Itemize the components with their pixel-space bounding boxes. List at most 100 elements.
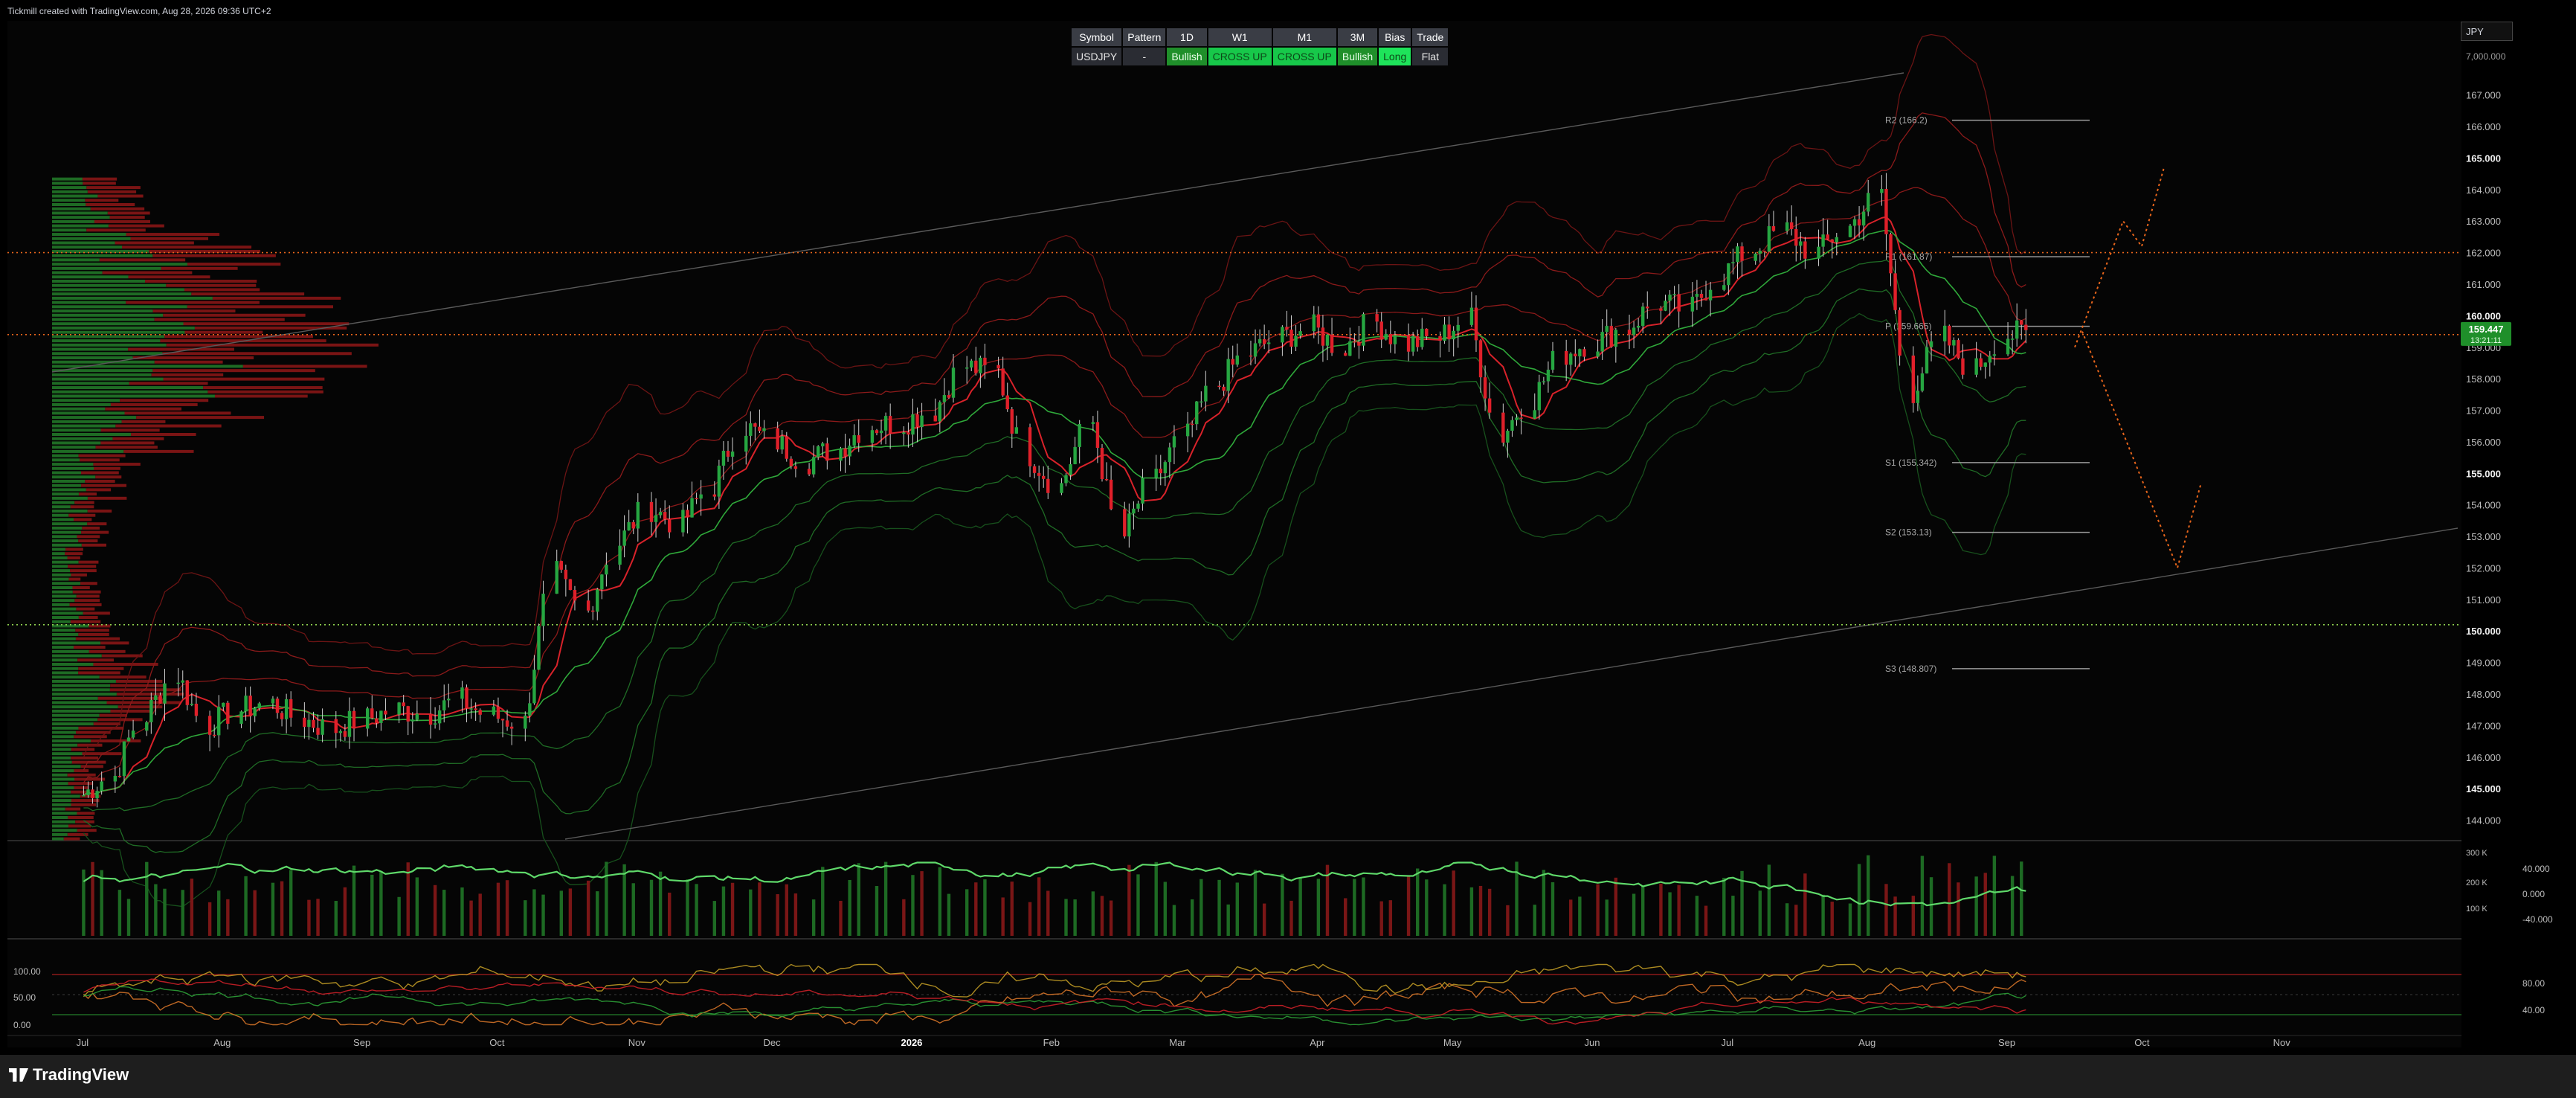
candle-body <box>717 465 721 497</box>
volume-bar <box>1298 878 1302 936</box>
profile-bar-down <box>77 535 100 539</box>
profile-bar-down <box>74 769 89 773</box>
candle-body <box>100 781 103 792</box>
volume-bar <box>947 893 951 936</box>
candle-body <box>605 565 608 575</box>
candle-body <box>1672 294 1676 295</box>
volume-bar <box>1037 877 1041 936</box>
x-tick-label: Nov <box>2273 1037 2291 1048</box>
volume-bar <box>911 875 915 936</box>
profile-bar-down <box>86 488 112 492</box>
y-tick-label: 150.000 <box>2466 626 2501 637</box>
candle-body <box>1564 350 1568 365</box>
profile-bar-down <box>74 599 100 603</box>
volume-bar <box>1064 899 1068 936</box>
candle-body <box>410 719 415 722</box>
candle-body <box>1001 368 1005 396</box>
profile-bar-up <box>52 777 75 781</box>
profile-bar-up <box>52 620 71 623</box>
profile-bar-up <box>52 245 123 249</box>
candle-body <box>415 713 419 720</box>
profile-bar-up <box>52 522 88 526</box>
profile-bar-down <box>77 658 114 662</box>
volume-bar <box>758 882 761 936</box>
profile-bar-up <box>52 782 68 786</box>
profile-bar-down <box>100 428 160 432</box>
volume-bar <box>1794 905 1798 936</box>
candle-body <box>695 498 698 500</box>
stoch-level-label: 80.00 <box>2522 978 2545 989</box>
volume-bar <box>1425 879 1429 936</box>
profile-bar-up <box>52 313 164 317</box>
profile-bar-down <box>68 565 97 568</box>
profile-bar-up <box>52 432 132 436</box>
profile-bar-down <box>112 437 164 440</box>
profile-bar-down <box>69 603 102 606</box>
candle-body <box>970 360 973 368</box>
profile-bar-down <box>212 296 341 300</box>
volume-bar <box>226 899 230 936</box>
profile-bar-up <box>52 556 68 559</box>
candle-body <box>1889 234 1893 274</box>
volume-bar <box>469 900 473 936</box>
candle-body <box>1353 341 1356 343</box>
candle-body <box>460 687 464 699</box>
volume-bar <box>460 887 464 936</box>
candle-body <box>1925 347 1929 373</box>
price-chart[interactable]: R2 (166.2)R1 (161.87)P (159.665)S1 (155.… <box>0 0 2576 1098</box>
profile-bar-down <box>131 432 196 436</box>
profile-bar-down <box>78 492 97 496</box>
candle-body <box>1010 409 1014 434</box>
candle-body <box>541 594 545 626</box>
candle-body <box>1992 354 1997 356</box>
candle-body <box>428 713 433 725</box>
volume-bar <box>207 902 212 936</box>
profile-bar-down <box>121 420 166 423</box>
candle-body <box>663 512 667 519</box>
candle-body <box>1957 340 1960 359</box>
profile-bar-down <box>136 416 265 420</box>
volume-bar <box>2020 861 2023 936</box>
profile-bar-down <box>101 654 143 658</box>
profile-bar-up <box>52 773 68 777</box>
candle-body <box>870 430 875 443</box>
profile-bar-down <box>93 463 141 466</box>
volume-bar <box>1884 884 1888 936</box>
volume-bar <box>217 890 221 936</box>
profile-bar-up <box>52 394 215 398</box>
profile-bar-up <box>52 718 98 722</box>
candle-body <box>537 626 541 670</box>
volume-bar <box>1857 864 1861 936</box>
candle-body <box>843 448 847 457</box>
profile-bar-up <box>52 684 111 687</box>
candle-body <box>564 569 568 580</box>
profile-bar-up <box>52 330 185 334</box>
profile-bar-down <box>161 266 238 270</box>
candle-body <box>1677 294 1681 312</box>
candle-body <box>222 702 225 707</box>
candle-body <box>1222 386 1226 391</box>
volume-bar <box>658 871 663 936</box>
currency-selector[interactable]: JPY <box>2461 22 2513 41</box>
profile-bar-up <box>52 815 68 819</box>
price-tag-countdown: 13:21:11 <box>2470 336 2502 345</box>
profile-bar-up <box>52 343 167 347</box>
candle-body <box>1060 483 1063 493</box>
pivot-label: S2 (153.13) <box>1885 527 1932 538</box>
y-tick-label: 158.000 <box>2466 373 2501 385</box>
volume-bar <box>1821 894 1825 936</box>
candle-body <box>1091 422 1095 424</box>
profile-bar-down <box>70 505 94 509</box>
volume-bar <box>1379 901 1383 936</box>
profile-bar-down <box>83 611 110 615</box>
candle-body <box>933 415 937 422</box>
tradingview-logo[interactable]: TradingView <box>9 1065 129 1085</box>
profile-bar-down <box>68 782 94 786</box>
candle-body <box>447 699 451 701</box>
profile-bar-down <box>78 539 98 543</box>
profile-bar-down <box>109 216 145 219</box>
candle-body <box>793 466 798 469</box>
profile-bar-up <box>52 539 79 543</box>
volume-bar <box>839 900 843 936</box>
profile-bar-up <box>52 347 129 351</box>
